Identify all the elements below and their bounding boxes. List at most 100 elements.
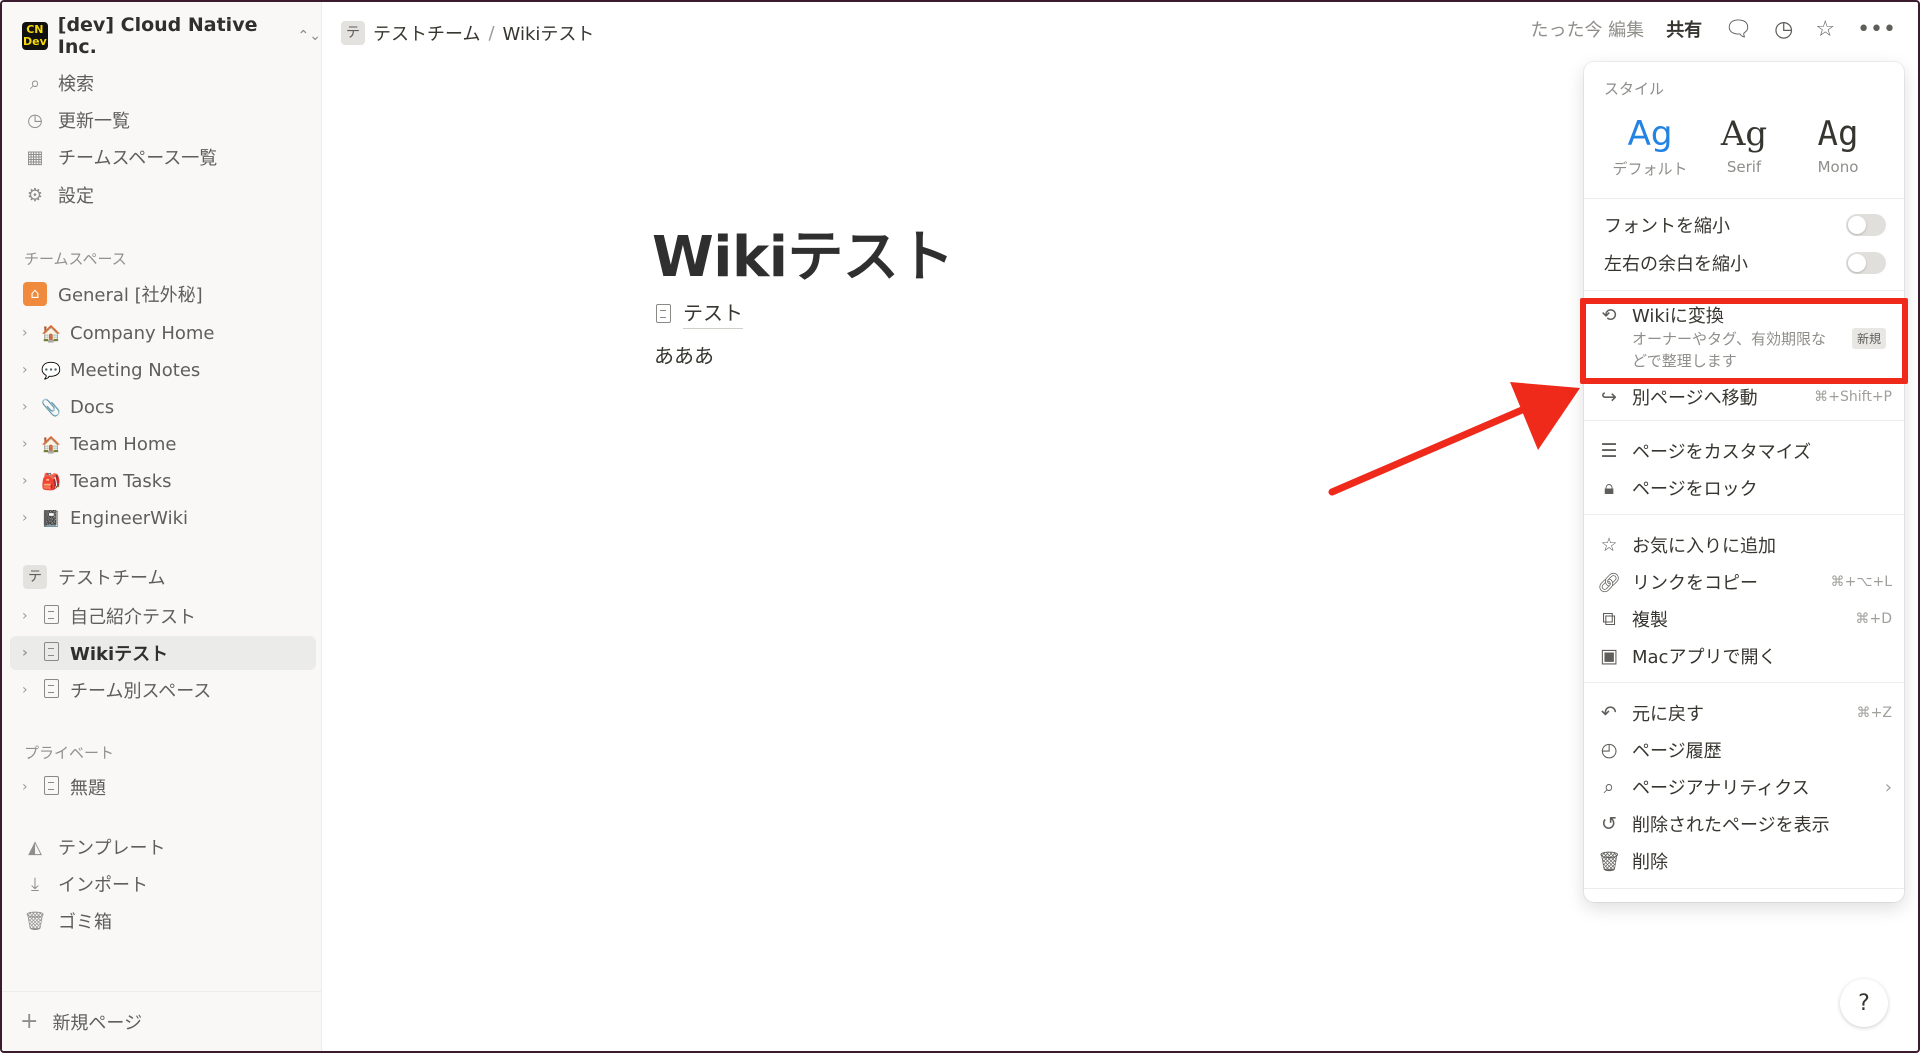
sidebar-item-trash[interactable]: 🗑 ゴミ箱 bbox=[10, 904, 316, 938]
speech-bubble-icon: 💬 bbox=[41, 360, 61, 380]
breadcrumb-separator: / bbox=[488, 22, 495, 44]
sidebar-item-untitled[interactable]: › 無題 bbox=[10, 770, 316, 804]
chevron-right-icon[interactable]: › bbox=[22, 325, 38, 341]
sidebar-item-search[interactable]: ⌕ 検索 bbox=[10, 66, 316, 100]
sidebar-item-test-team[interactable]: テ テストチーム bbox=[10, 560, 316, 594]
page-history-item[interactable]: ◴ ページ履歴 bbox=[1596, 733, 1892, 767]
search-icon: ⌕ bbox=[29, 72, 41, 94]
customize-page-item[interactable]: ☰ ページをカスタマイズ bbox=[1596, 434, 1892, 468]
menu-item-label: ページアナリティクス bbox=[1632, 778, 1810, 799]
team-initial-icon: テ bbox=[23, 565, 47, 589]
chevron-right-icon[interactable]: › bbox=[22, 510, 38, 526]
star-icon: ☆ bbox=[1600, 534, 1618, 556]
delete-item[interactable]: 🗑 削除 bbox=[1596, 844, 1892, 878]
style-name: Serif bbox=[1726, 158, 1762, 176]
app-window: CN Dev [dev] Cloud Native Inc. ⌃⌄ ⌕ 検索 ◷ … bbox=[0, 0, 1920, 1053]
chevron-right-icon[interactable]: › bbox=[22, 436, 38, 452]
menu-item-label: 削除されたページを表示 bbox=[1632, 815, 1830, 836]
page-icon bbox=[43, 678, 59, 698]
sidebar-item-label: チームスペース一覧 bbox=[58, 148, 218, 169]
building-icon: ▦ bbox=[26, 146, 44, 168]
notebook-icon: 📓 bbox=[41, 508, 61, 528]
style-mono[interactable]: Ag Mono bbox=[1792, 114, 1884, 176]
breadcrumb-team[interactable]: テストチーム bbox=[373, 20, 480, 46]
workspace-name: [dev] Cloud Native Inc. bbox=[57, 14, 258, 58]
open-mac-app-item[interactable]: ▣ Macアプリで開く bbox=[1596, 639, 1892, 673]
breadcrumb-page[interactable]: Wikiテスト bbox=[503, 20, 595, 46]
sidebar-item-label: Team Home bbox=[70, 433, 177, 455]
shortcut: ⌘+D bbox=[1855, 611, 1892, 627]
small-font-toggle[interactable] bbox=[1846, 214, 1886, 236]
copy-link-item[interactable]: 🔗︎ リンクをコピー ⌘+⌥+L bbox=[1596, 565, 1892, 599]
sidebar-item-team-tasks[interactable]: › 🎒 Team Tasks bbox=[10, 464, 316, 498]
trash-icon: 🗑 bbox=[23, 910, 47, 932]
sidebar-item-meeting-notes[interactable]: › 💬 Meeting Notes bbox=[10, 353, 316, 387]
sidebar: CN Dev [dev] Cloud Native Inc. ⌃⌄ ⌕ 検索 ◷ … bbox=[2, 2, 322, 1051]
topbar: テ テストチーム / Wikiテスト たった今 編集 共有 🗨 ◷ ☆ ••• bbox=[323, 2, 1918, 66]
add-favorite-item[interactable]: ☆ お気に入りに追加 bbox=[1596, 528, 1892, 562]
chevron-right-icon[interactable]: › bbox=[22, 473, 38, 489]
restore-icon: ↺ bbox=[1601, 813, 1617, 835]
style-serif[interactable]: Ag Serif bbox=[1698, 114, 1790, 176]
more-icon[interactable]: ••• bbox=[1857, 17, 1896, 42]
page-body-text[interactable]: あああ bbox=[654, 340, 714, 369]
menu-item-label: ページをロック bbox=[1632, 479, 1758, 500]
chevron-right-icon[interactable]: › bbox=[22, 779, 38, 795]
lock-page-item[interactable]: 🔒︎ ページをロック bbox=[1596, 471, 1892, 505]
sidebar-item-docs[interactable]: › 📎 Docs bbox=[10, 390, 316, 424]
sidebar-item-import[interactable]: ⤓ インポート bbox=[10, 867, 316, 901]
new-page-button[interactable]: + 新規ページ bbox=[2, 991, 322, 1051]
sidebar-item-self-intro[interactable]: › 自己紹介テスト bbox=[10, 599, 316, 633]
style-default[interactable]: Ag デフォルト bbox=[1604, 114, 1696, 179]
workspace-switcher[interactable]: CN Dev [dev] Cloud Native Inc. ⌃⌄ bbox=[22, 14, 321, 58]
page-analytics-item[interactable]: ⌕ ページアナリティクス › bbox=[1596, 770, 1892, 804]
shortcut: ⌘+Z bbox=[1856, 705, 1892, 721]
small-font-row[interactable]: フォントを縮小 bbox=[1604, 210, 1886, 240]
subpage-link[interactable]: テスト bbox=[656, 297, 743, 329]
chevron-right-icon[interactable]: › bbox=[22, 645, 38, 661]
style-name: デフォルト bbox=[1612, 160, 1688, 178]
sidebar-item-label: テンプレート bbox=[58, 838, 166, 859]
style-glyph: Ag bbox=[1720, 114, 1768, 154]
house-icon: ⌂ bbox=[23, 282, 47, 306]
page-title[interactable]: Wikiテスト bbox=[652, 212, 954, 293]
highlight-box bbox=[1580, 298, 1908, 384]
share-button[interactable]: 共有 bbox=[1666, 16, 1702, 42]
menu-item-label: 削除 bbox=[1632, 852, 1668, 873]
plus-icon: + bbox=[20, 1009, 39, 1034]
sidebar-item-team-space[interactable]: › チーム別スペース bbox=[10, 673, 316, 707]
sidebar-item-updates[interactable]: ◷ 更新一覧 bbox=[10, 103, 316, 137]
sidebar-item-wiki-test[interactable]: › Wikiテスト bbox=[10, 636, 316, 670]
star-icon[interactable]: ☆ bbox=[1815, 17, 1835, 42]
chevron-right-icon[interactable]: › bbox=[22, 399, 38, 415]
undo-item[interactable]: ↶ 元に戻す ⌘+Z bbox=[1596, 696, 1892, 730]
chevron-right-icon[interactable]: › bbox=[22, 682, 38, 698]
sidebar-item-label: Wikiテスト bbox=[70, 644, 169, 665]
sidebar-item-general[interactable]: ⌂ General [社外秘] bbox=[10, 277, 316, 311]
sidebar-item-settings[interactable]: ⚙ 設定 bbox=[10, 178, 316, 212]
comment-icon[interactable]: 🗨 bbox=[1724, 17, 1752, 42]
sidebar-item-label: 設定 bbox=[58, 186, 94, 207]
sidebar-item-teamspaces[interactable]: ▦ チームスペース一覧 bbox=[10, 140, 316, 174]
help-button[interactable]: ? bbox=[1840, 979, 1888, 1027]
sidebar-item-templates[interactable]: ◭ テンプレート bbox=[10, 830, 316, 864]
sidebar-item-company-home[interactable]: › 🏠 Company Home bbox=[10, 316, 316, 350]
menu-item-label: 複製 bbox=[1632, 610, 1668, 631]
style-name: Mono bbox=[1817, 158, 1859, 176]
sidebar-item-team-home[interactable]: › 🏠 Team Home bbox=[10, 427, 316, 461]
clock-icon[interactable]: ◷ bbox=[1774, 17, 1793, 42]
shortcut: ⌘+Shift+P bbox=[1814, 389, 1892, 405]
page-icon bbox=[43, 775, 59, 795]
history-icon: ◴ bbox=[1600, 739, 1618, 761]
section-teamspace: チームスペース bbox=[24, 250, 127, 268]
page-icon bbox=[43, 604, 59, 624]
sidebar-item-engineerwiki[interactable]: › 📓 EngineerWiki bbox=[10, 501, 316, 535]
duplicate-item[interactable]: ⧉ 複製 ⌘+D bbox=[1596, 602, 1892, 636]
chevron-right-icon[interactable]: › bbox=[22, 362, 38, 378]
chevron-right-icon[interactable]: › bbox=[22, 608, 38, 624]
show-deleted-item[interactable]: ↺ 削除されたページを表示 bbox=[1596, 807, 1892, 841]
full-width-row[interactable]: 左右の余白を縮小 bbox=[1604, 248, 1886, 278]
menu-item-label: 元に戻す bbox=[1632, 704, 1704, 725]
full-width-toggle[interactable] bbox=[1846, 252, 1886, 274]
move-to-item[interactable]: ↪ 別ページへ移動 ⌘+Shift+P bbox=[1596, 380, 1892, 414]
